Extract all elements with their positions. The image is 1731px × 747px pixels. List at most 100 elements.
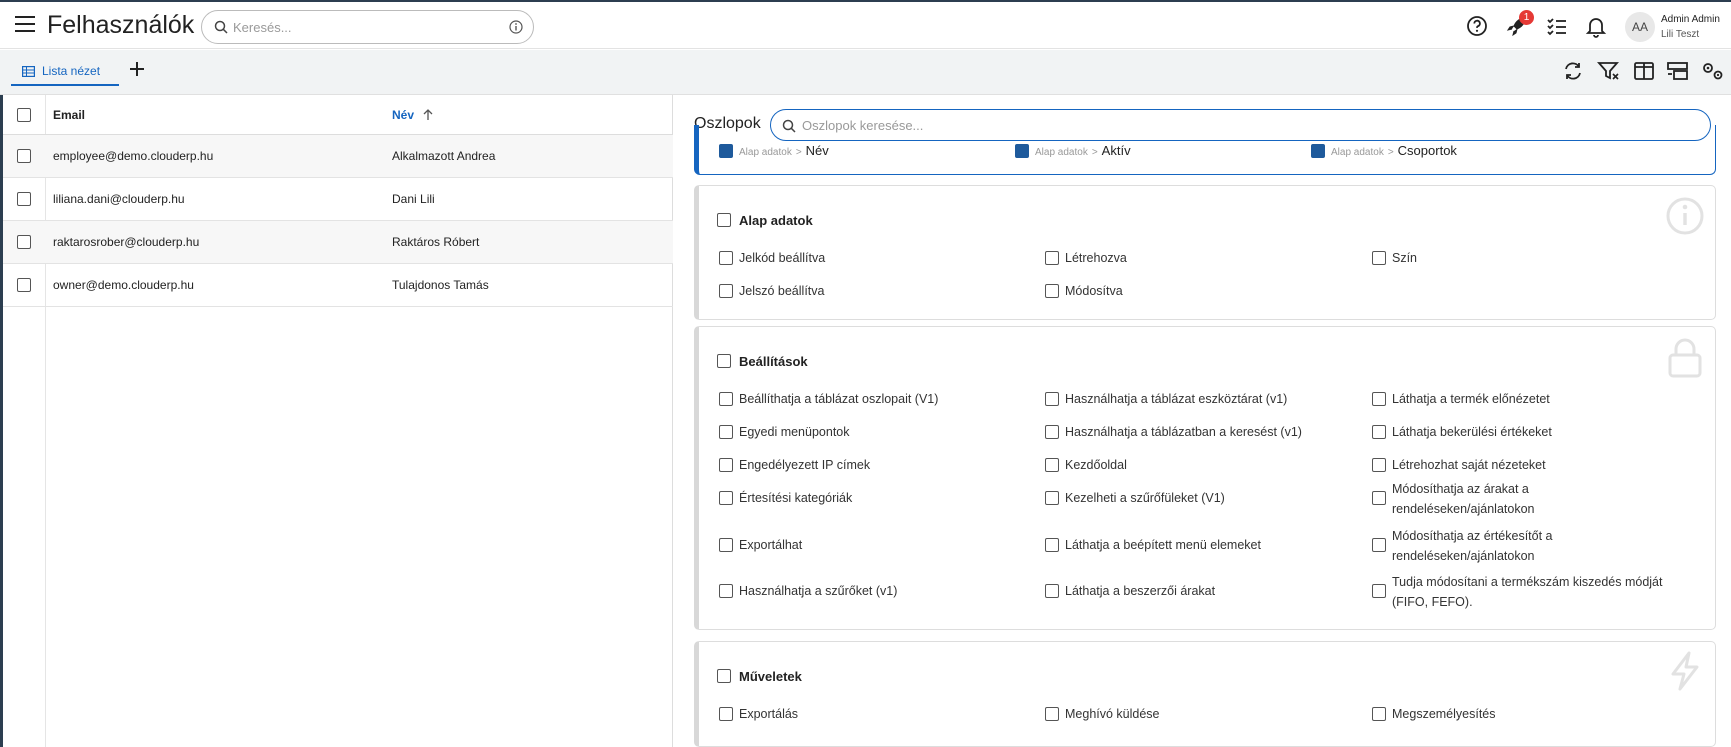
option-checkbox[interactable] xyxy=(1372,538,1386,552)
group-checkbox[interactable] xyxy=(717,354,731,368)
avatar[interactable]: AA xyxy=(1625,12,1655,42)
option-item[interactable]: Exportálás xyxy=(719,704,798,724)
option-item[interactable]: Létrehozhat saját nézeteket xyxy=(1372,455,1682,475)
option-checkbox[interactable] xyxy=(1045,458,1059,472)
refresh-icon[interactable] xyxy=(1562,60,1584,82)
option-checkbox[interactable] xyxy=(1372,251,1386,265)
option-checkbox[interactable] xyxy=(1045,251,1059,265)
option-item[interactable]: Beállíthatja a táblázat oszlopait (V1) xyxy=(719,389,1019,409)
option-checkbox[interactable] xyxy=(719,707,733,721)
col-name-header[interactable]: Név xyxy=(392,108,433,122)
option-checkbox[interactable] xyxy=(1372,707,1386,721)
user-info[interactable]: Admin Admin Lili Teszt xyxy=(1661,12,1720,42)
option-item[interactable]: Tudja módosítani a termékszám kiszedés m… xyxy=(1372,572,1692,612)
option-item[interactable]: Láthatja bekerülési értékeket xyxy=(1372,422,1682,442)
option-checkbox[interactable] xyxy=(719,458,733,472)
group-checkbox[interactable] xyxy=(717,213,731,227)
row-checkbox[interactable] xyxy=(17,278,31,292)
option-item[interactable]: Kezelheti a szűrőfüleket (V1) xyxy=(1045,488,1345,508)
option-item[interactable]: Módosítva xyxy=(1045,281,1123,301)
option-checkbox[interactable] xyxy=(1372,491,1386,505)
option-item[interactable]: Használhatja a táblázat eszköztárat (v1) xyxy=(1045,389,1345,409)
rocket-button[interactable]: 1 xyxy=(1505,10,1534,38)
option-checkbox[interactable] xyxy=(1045,707,1059,721)
option-item[interactable]: Egyedi menüpontok xyxy=(719,422,1019,442)
info-icon[interactable] xyxy=(509,20,523,34)
option-checkbox[interactable] xyxy=(1045,425,1059,439)
option-checkbox[interactable] xyxy=(1045,491,1059,505)
select-all-checkbox[interactable] xyxy=(17,108,31,122)
top-bar: Felhasználók Keresés... 1 AA Admin Admin… xyxy=(0,0,1731,49)
search-icon xyxy=(782,119,796,133)
row-checkbox[interactable] xyxy=(17,235,31,249)
option-checkbox[interactable] xyxy=(1372,458,1386,472)
group-checkbox[interactable] xyxy=(717,669,731,683)
selected-column-groups[interactable]: Alap adatok > Csoportok xyxy=(1291,143,1457,158)
columns-search-input[interactable]: Oszlopok keresése... xyxy=(770,109,1711,141)
table-row[interactable]: owner@demo.clouderp.hu Tulajdonos Tamás xyxy=(3,264,673,307)
table-icon xyxy=(22,66,35,77)
tab-list-view[interactable]: Lista nézet xyxy=(11,59,119,86)
option-item[interactable]: Jelszó beállítva xyxy=(719,281,824,301)
columns-icon[interactable] xyxy=(1633,60,1655,82)
option-checkbox[interactable] xyxy=(1045,392,1059,406)
option-item[interactable]: Létrehozva xyxy=(1045,248,1127,268)
option-item[interactable]: Láthatja a beépített menü elemeket xyxy=(1045,535,1345,555)
table-row[interactable]: employee@demo.clouderp.hu Alkalmazott An… xyxy=(3,135,673,178)
table-row[interactable]: raktarosrober@clouderp.hu Raktáros Róber… xyxy=(3,221,673,264)
option-item[interactable]: Használhatja a táblázatban a keresést (v… xyxy=(1045,422,1345,442)
option-label: Engedélyezett IP címek xyxy=(739,458,871,472)
option-checkbox[interactable] xyxy=(1372,425,1386,439)
option-item[interactable]: Módosíthatja az árakat a rendeléseken/aj… xyxy=(1372,479,1622,519)
checklist-icon[interactable] xyxy=(1545,14,1569,38)
row-checkbox[interactable] xyxy=(17,192,31,206)
row-checkbox[interactable] xyxy=(17,149,31,163)
col-email-header[interactable]: Email xyxy=(53,108,85,122)
option-item[interactable]: Meghívó küldése xyxy=(1045,704,1160,724)
search-input[interactable]: Keresés... xyxy=(201,10,534,44)
option-item[interactable]: Szín xyxy=(1372,248,1417,268)
option-item[interactable]: Kezdőoldal xyxy=(1045,455,1345,475)
option-checkbox[interactable] xyxy=(1372,392,1386,406)
option-label: Egyedi menüpontok xyxy=(739,425,850,439)
option-item[interactable]: Értesítési kategóriák xyxy=(719,488,1019,508)
layout-icon[interactable] xyxy=(1666,60,1690,82)
option-checkbox[interactable] xyxy=(719,425,733,439)
selected-checkbox[interactable] xyxy=(1311,144,1325,158)
option-checkbox[interactable] xyxy=(1045,538,1059,552)
option-checkbox[interactable] xyxy=(719,491,733,505)
option-checkbox[interactable] xyxy=(1372,584,1386,598)
bell-icon[interactable] xyxy=(1584,14,1608,38)
option-item[interactable]: Láthatja a termék előnézetet xyxy=(1372,389,1682,409)
option-item[interactable]: Engedélyezett IP címek xyxy=(719,455,1019,475)
selected-checkbox[interactable] xyxy=(1015,144,1029,158)
option-checkbox[interactable] xyxy=(719,538,733,552)
option-item[interactable]: Jelkód beállítva xyxy=(719,248,825,268)
selected-label: Aktív xyxy=(1101,143,1131,158)
option-item[interactable]: Megszemélyesítés xyxy=(1372,704,1496,724)
option-item[interactable]: Módosíthatja az értékesítőt a rendelések… xyxy=(1372,526,1622,566)
columns-search-placeholder: Oszlopok keresése... xyxy=(802,118,924,133)
option-item[interactable]: Láthatja a beszerzői árakat xyxy=(1045,581,1345,601)
option-item[interactable]: Exportálhat xyxy=(719,535,1019,555)
selected-checkbox[interactable] xyxy=(719,144,733,158)
menu-icon[interactable] xyxy=(15,16,35,33)
lightning-icon xyxy=(1671,651,1699,691)
table-row[interactable]: liliana.dani@clouderp.hu Dani Lili xyxy=(3,178,673,221)
option-label: Értesítési kategóriák xyxy=(739,491,853,505)
filter-icon[interactable] xyxy=(1597,60,1621,82)
option-checkbox[interactable] xyxy=(719,251,733,265)
selected-column-name[interactable]: Alap adatok > Név xyxy=(699,143,829,158)
option-checkbox[interactable] xyxy=(719,284,733,298)
option-checkbox[interactable] xyxy=(719,584,733,598)
add-view-icon[interactable] xyxy=(128,60,146,78)
help-icon[interactable] xyxy=(1465,14,1489,38)
settings-icon[interactable] xyxy=(1700,60,1726,82)
selected-column-active[interactable]: Alap adatok > Aktív xyxy=(995,143,1131,158)
option-item[interactable]: Használhatja a szűrőket (v1) xyxy=(719,581,1019,601)
option-checkbox[interactable] xyxy=(1045,584,1059,598)
name-cell: Raktáros Róbert xyxy=(392,235,480,249)
group-basic-data: Alap adatok Jelkód beállítva Létrehozva … xyxy=(694,185,1716,320)
option-checkbox[interactable] xyxy=(719,392,733,406)
option-checkbox[interactable] xyxy=(1045,284,1059,298)
